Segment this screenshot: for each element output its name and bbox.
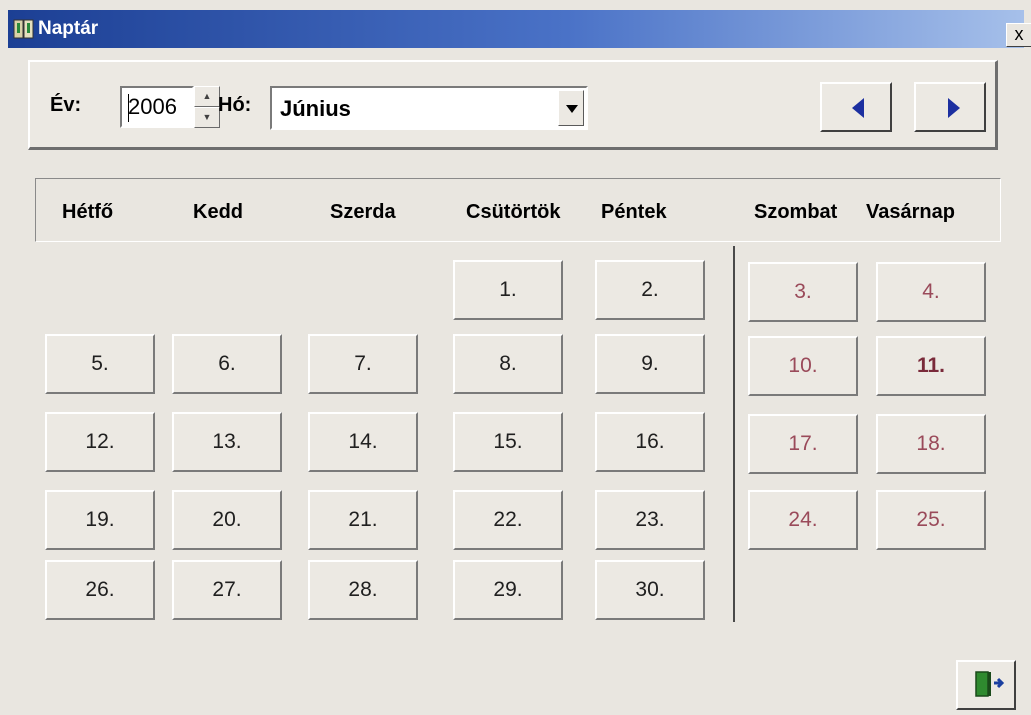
day-button-weekend[interactable]: 17. xyxy=(748,414,858,474)
day-button[interactable]: 19. xyxy=(45,490,155,550)
weekday-monday: Hétfő xyxy=(62,201,114,223)
day-button[interactable]: 12. xyxy=(45,412,155,472)
month-select[interactable]: Június xyxy=(270,86,588,130)
day-button-weekend[interactable]: 25. xyxy=(876,490,986,550)
day-button[interactable]: 13. xyxy=(172,412,282,472)
day-button[interactable]: 5. xyxy=(45,334,155,394)
next-month-button[interactable] xyxy=(914,82,986,132)
spin-down-icon[interactable]: ▼ xyxy=(194,107,220,128)
day-button-weekend[interactable]: 4. xyxy=(876,262,986,322)
day-button[interactable]: 28. xyxy=(308,560,418,620)
day-button[interactable]: 20. xyxy=(172,490,282,550)
weekday-thursday: Csütörtök xyxy=(466,201,561,223)
window-title: Naptár xyxy=(38,18,99,39)
day-button[interactable]: 30. xyxy=(595,560,705,620)
day-button[interactable]: 23. xyxy=(595,490,705,550)
calendar-app-icon xyxy=(13,19,34,39)
day-button[interactable]: 22. xyxy=(453,490,563,550)
day-button[interactable]: 1. xyxy=(453,260,563,320)
exit-button[interactable] xyxy=(956,660,1016,710)
close-button[interactable]: x xyxy=(1006,23,1031,47)
month-value: Június xyxy=(280,96,351,121)
day-button[interactable]: 9. xyxy=(595,334,705,394)
weekday-tuesday: Kedd xyxy=(193,201,243,223)
weekend-divider xyxy=(733,246,735,622)
triangle-left-icon xyxy=(852,98,864,118)
title-bar: Naptár x xyxy=(8,10,1031,48)
day-button-weekend[interactable]: 24. xyxy=(748,490,858,550)
dropdown-arrow-icon[interactable] xyxy=(558,90,584,126)
year-value: 2006 xyxy=(128,94,177,119)
day-button-today[interactable]: 11. xyxy=(876,336,986,396)
day-button[interactable]: 26. xyxy=(45,560,155,620)
triangle-right-icon xyxy=(948,98,960,118)
day-button[interactable]: 29. xyxy=(453,560,563,620)
weekday-saturday: Szombat xyxy=(754,201,838,223)
text-caret xyxy=(128,94,129,122)
year-input[interactable]: 2006 xyxy=(120,86,194,128)
door-exit-icon xyxy=(975,671,1005,697)
day-button[interactable]: 15. xyxy=(453,412,563,472)
month-label: Hó: xyxy=(218,94,252,116)
weekday-wednesday: Szerda xyxy=(330,201,396,223)
day-button[interactable]: 14. xyxy=(308,412,418,472)
weekday-header: Hétfő Kedd Szerda Csütörtök Péntek Szomb… xyxy=(35,178,1001,242)
day-button-weekend[interactable]: 18. xyxy=(876,414,986,474)
year-label: Év: xyxy=(50,94,82,116)
day-button[interactable]: 7. xyxy=(308,334,418,394)
day-button[interactable]: 8. xyxy=(453,334,563,394)
day-button[interactable]: 2. xyxy=(595,260,705,320)
prev-month-button[interactable] xyxy=(820,82,892,132)
weekday-friday: Péntek xyxy=(601,201,667,223)
year-spinner[interactable]: ▲ ▼ xyxy=(194,86,220,128)
day-button[interactable]: 6. xyxy=(172,334,282,394)
weekday-sunday: Vasárnap xyxy=(866,201,955,223)
day-button[interactable]: 16. xyxy=(595,412,705,472)
calendar-window: Naptár x Év: 2006 ▲ ▼ Hó: Június Hétfő K… xyxy=(0,0,1031,715)
day-button[interactable]: 21. xyxy=(308,490,418,550)
spin-up-icon[interactable]: ▲ xyxy=(194,86,220,107)
day-button-weekend[interactable]: 3. xyxy=(748,262,858,322)
day-button[interactable]: 27. xyxy=(172,560,282,620)
toolbar-panel: Év: 2006 ▲ ▼ Hó: Június xyxy=(28,60,998,150)
day-button-weekend[interactable]: 10. xyxy=(748,336,858,396)
